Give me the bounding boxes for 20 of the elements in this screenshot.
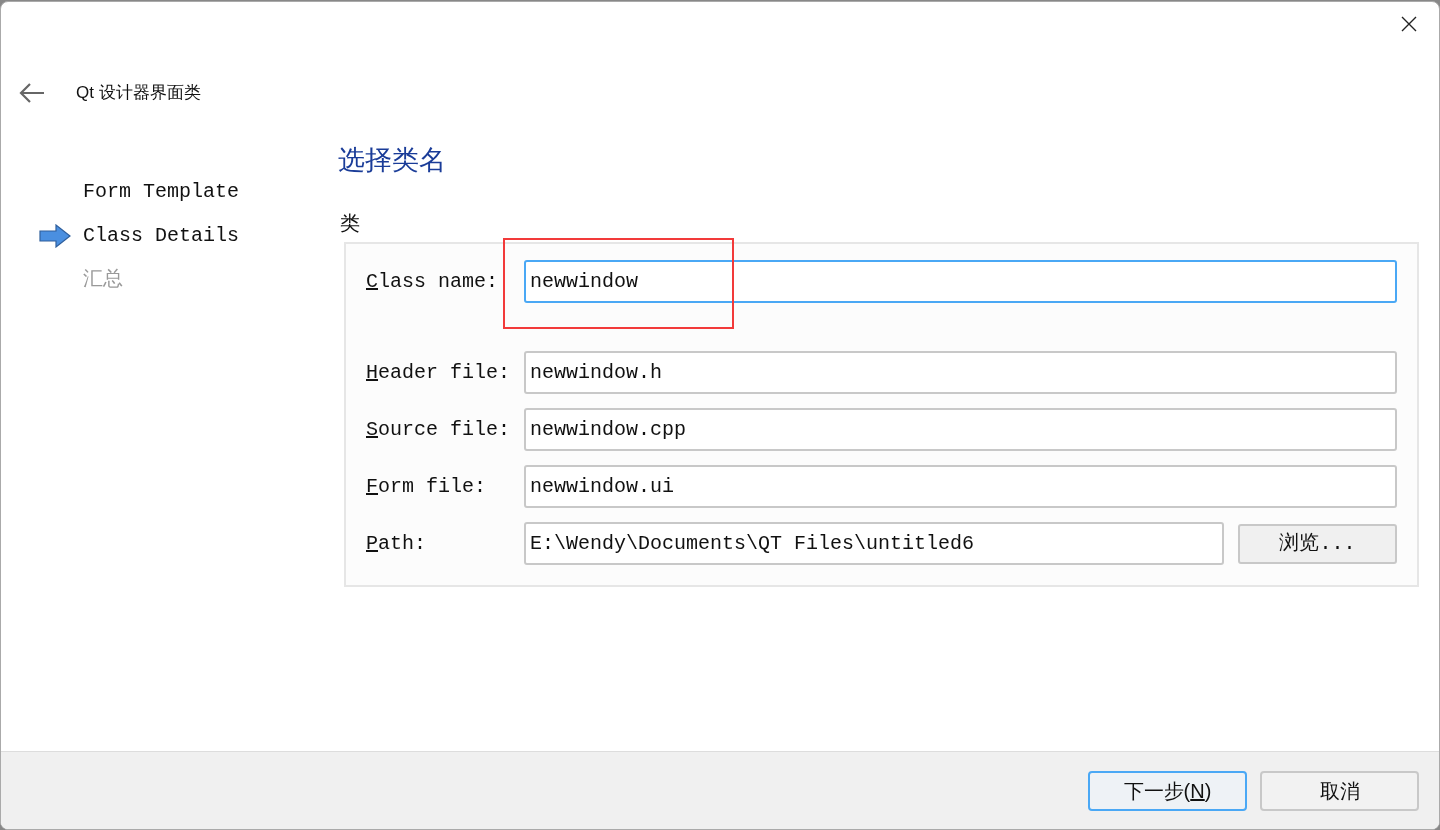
text-field[interactable]: E:\Wendy\Documents\QT Files\untitled6: [524, 522, 1224, 565]
text-field[interactable]: newwindow: [524, 260, 1397, 303]
step-label: 汇总: [83, 267, 123, 293]
text-field[interactable]: newwindow.ui: [524, 465, 1397, 508]
back-arrow-icon[interactable]: [18, 81, 46, 105]
field-label: Header file:: [366, 359, 512, 386]
field-label: Path:: [366, 530, 428, 557]
text-field[interactable]: newwindow.cpp: [524, 408, 1397, 451]
dialog-button[interactable]: 下一步(N): [1088, 770, 1247, 811]
text-field[interactable]: newwindow.h: [524, 351, 1397, 394]
field-label: Source file:: [366, 416, 512, 443]
field-label: Form file:: [366, 473, 488, 500]
step-label: Form Template: [83, 179, 240, 205]
browse-button[interactable]: 浏览...: [1238, 523, 1397, 564]
dialog-button[interactable]: 取消: [1260, 770, 1419, 811]
group-title: 类: [340, 211, 360, 236]
wizard-title: Qt 设计器界面类: [76, 82, 201, 105]
step-label: Class Details: [83, 223, 240, 249]
page-title: 选择类名: [338, 147, 447, 174]
field-label: Class name:: [366, 268, 500, 295]
